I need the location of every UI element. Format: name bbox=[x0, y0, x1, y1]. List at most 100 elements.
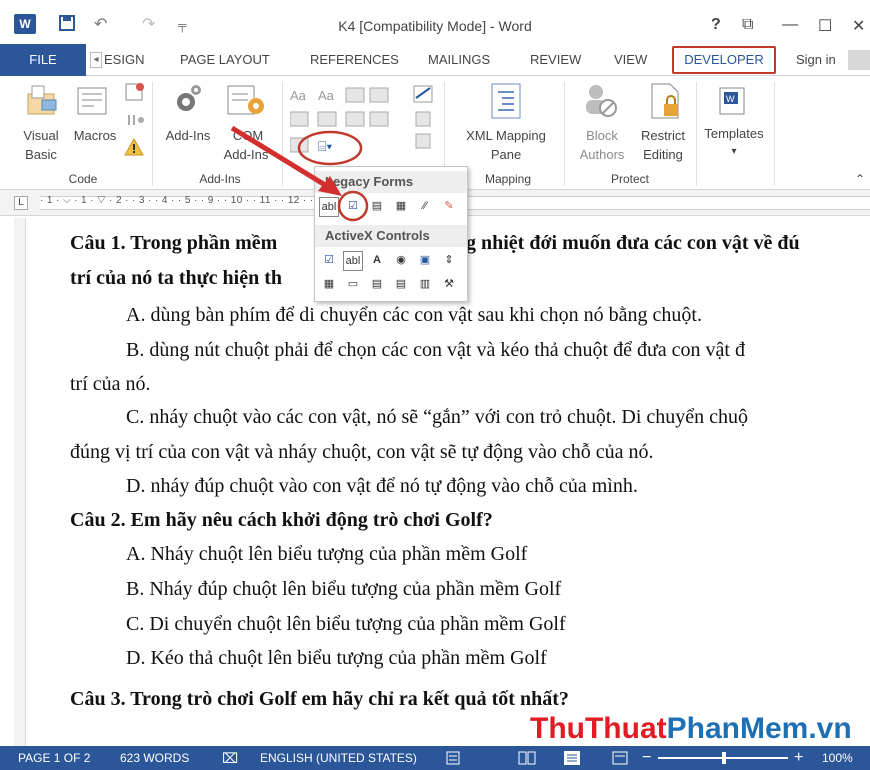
activex-list-box-icon[interactable]: ▤ bbox=[367, 275, 387, 295]
zoom-out-button[interactable]: − bbox=[642, 746, 651, 770]
xml-mapping-pane-icon[interactable] bbox=[488, 82, 524, 123]
doc-line: trí của nó. bbox=[70, 373, 151, 395]
design-mode-icon[interactable] bbox=[412, 82, 436, 155]
status-bar: PAGE 1 OF 2 623 WORDS ⌧ ENGLISH (UNITED … bbox=[0, 746, 870, 770]
tab-page-layout[interactable]: PAGE LAYOUT bbox=[180, 44, 270, 76]
restrict-editing-icon[interactable] bbox=[648, 82, 684, 125]
doc-line: C. nháy chuột vào các con vật, nó sẽ “gắ… bbox=[126, 406, 749, 428]
activex-scroll-bar-icon[interactable]: ▤ bbox=[391, 275, 411, 295]
doc-line: Câu 2. Em hãy nêu cách khởi động trò chơ… bbox=[70, 509, 493, 531]
legacy-frame-icon[interactable]: ▦ bbox=[391, 197, 411, 217]
block-authors-label-1: Block bbox=[586, 128, 618, 143]
legacy-drop-down-icon[interactable]: ▤ bbox=[367, 197, 387, 217]
legacy-reset-fields-icon[interactable]: ✎ bbox=[439, 197, 459, 217]
vertical-ruler bbox=[14, 218, 26, 746]
add-ins-button-label: Add-Ins bbox=[165, 128, 211, 143]
read-mode-icon[interactable] bbox=[518, 746, 536, 770]
doc-line: C. Di chuyển chuột lên biểu tượng của ph… bbox=[126, 613, 566, 635]
close-button[interactable]: ✕ bbox=[852, 16, 865, 36]
pause-recording-icon[interactable] bbox=[126, 112, 146, 131]
activex-combo-box-icon[interactable]: ▦ bbox=[319, 275, 339, 295]
code-group-label: Code bbox=[68, 172, 98, 186]
templates-dropdown-caret[interactable]: ▾ bbox=[698, 142, 770, 161]
mapping-group-label: Mapping bbox=[484, 172, 532, 186]
sign-in-link[interactable]: Sign in bbox=[796, 44, 836, 76]
activex-controls-header: ActiveX Controls bbox=[315, 225, 467, 247]
legacy-tools-button[interactable]: ⌸▾ bbox=[318, 138, 332, 155]
svg-text:Aa: Aa bbox=[318, 88, 335, 103]
macro-recording-icon[interactable] bbox=[446, 746, 460, 770]
activex-command-button-icon[interactable]: ▭ bbox=[343, 275, 363, 295]
zoom-level[interactable]: 100% bbox=[822, 746, 853, 770]
collapse-ribbon-icon[interactable]: ⌃ bbox=[855, 172, 865, 186]
macros-label: Macros bbox=[73, 128, 117, 143]
svg-text:Aa: Aa bbox=[290, 88, 307, 103]
zoom-in-button[interactable]: + bbox=[794, 746, 803, 770]
ribbon-tabs: FILE ◂ ESIGN PAGE LAYOUT REFERENCES MAIL… bbox=[0, 44, 870, 76]
doc-line: D. nháy đúp chuột vào con vật để nó tự đ… bbox=[126, 475, 638, 497]
tab-references[interactable]: REFERENCES bbox=[310, 44, 399, 76]
doc-line: đúng vị trí của con vật và nháy chuột, c… bbox=[70, 441, 654, 463]
tab-mailings[interactable]: MAILINGS bbox=[428, 44, 490, 76]
title-bar: W ↶ ↷ ╤ K4 [Compatibility Mode] - Word ?… bbox=[0, 0, 870, 44]
watermark-logo: ThuThuatPhanMem.vn bbox=[530, 712, 852, 746]
macros-icon[interactable] bbox=[74, 84, 114, 123]
watermark-part-2: Thuat bbox=[584, 712, 667, 745]
macro-security-icon[interactable] bbox=[124, 137, 144, 159]
visual-basic-icon[interactable] bbox=[22, 84, 62, 123]
legacy-form-field-shading-icon[interactable]: ⁄⁄ bbox=[415, 197, 435, 217]
svg-text:W: W bbox=[726, 94, 735, 104]
group-separator bbox=[152, 82, 153, 186]
activex-more-controls-icon[interactable]: ⚒ bbox=[439, 275, 459, 295]
legacy-text-field-icon[interactable]: abl bbox=[319, 197, 339, 217]
user-icon[interactable] bbox=[848, 50, 870, 70]
activex-check-box-icon[interactable]: ☑ bbox=[319, 251, 339, 271]
activex-image-icon[interactable]: ▣ bbox=[415, 251, 435, 271]
com-add-ins-label-1: COM bbox=[232, 128, 264, 143]
minimize-button[interactable]: — bbox=[782, 16, 798, 34]
templates-label: Templates bbox=[704, 126, 764, 141]
word-count[interactable]: 623 WORDS bbox=[120, 746, 189, 770]
com-add-ins-label-2: Add-Ins bbox=[223, 147, 269, 162]
zoom-slider-thumb[interactable] bbox=[722, 752, 726, 764]
xml-mapping-label-2: Pane bbox=[490, 147, 522, 162]
page-count[interactable]: PAGE 1 OF 2 bbox=[18, 746, 90, 770]
activex-spin-button-icon[interactable]: ⇕ bbox=[439, 251, 459, 271]
tab-developer[interactable]: DEVELOPER bbox=[672, 46, 776, 74]
language-indicator[interactable]: ENGLISH (UNITED STATES) bbox=[260, 746, 417, 770]
doc-line: trí của nó ta thực hiện th bbox=[70, 267, 283, 289]
doc-line: D. Kéo thả chuột lên biểu tượng của phần… bbox=[126, 647, 547, 669]
print-layout-icon[interactable] bbox=[562, 746, 582, 770]
activex-toggle-button-icon[interactable]: ▥ bbox=[415, 275, 435, 295]
restrict-editing-label-2: Editing bbox=[643, 147, 683, 162]
tab-review[interactable]: REVIEW bbox=[530, 44, 581, 76]
block-authors-label-2: Authors bbox=[579, 147, 625, 162]
restrict-editing-label-1: Restrict bbox=[640, 128, 686, 143]
group-separator bbox=[282, 82, 283, 186]
proofing-icon[interactable]: ⌧ bbox=[222, 746, 238, 770]
tab-scroll-left-button[interactable]: ◂ bbox=[90, 52, 102, 68]
activex-label-icon[interactable]: A bbox=[367, 251, 387, 271]
block-authors-icon[interactable] bbox=[580, 82, 620, 123]
visual-basic-label-1: Visual bbox=[23, 128, 59, 143]
record-macro-icon[interactable] bbox=[124, 82, 146, 107]
com-add-ins-icon[interactable] bbox=[226, 82, 266, 123]
tab-selector[interactable]: L bbox=[14, 196, 28, 210]
tab-file[interactable]: FILE bbox=[0, 44, 86, 76]
ribbon-display-options-icon[interactable]: ⧉ bbox=[742, 16, 753, 34]
activex-text-box-icon[interactable]: abl bbox=[343, 251, 363, 271]
help-button[interactable]: ? bbox=[711, 16, 721, 34]
tab-view[interactable]: VIEW bbox=[614, 44, 647, 76]
doc-line: A. dùng bàn phím để di chuyển các con vậ… bbox=[126, 304, 702, 326]
group-separator bbox=[696, 82, 697, 186]
legacy-check-box-icon[interactable]: ☑ bbox=[343, 197, 363, 217]
activex-option-button-icon[interactable]: ◉ bbox=[391, 251, 411, 271]
web-layout-icon[interactable] bbox=[612, 746, 628, 770]
window-title: K4 [Compatibility Mode] - Word bbox=[338, 18, 532, 34]
tab-design[interactable]: ESIGN bbox=[104, 44, 144, 76]
maximize-button[interactable]: ☐ bbox=[818, 16, 832, 36]
document-template-icon[interactable]: W bbox=[716, 86, 750, 121]
add-ins-gear-icon[interactable] bbox=[168, 82, 206, 123]
doc-line: B. Nháy đúp chuột lên biểu tượng của phầ… bbox=[126, 578, 562, 600]
doc-line: Câu 3. Trong trò chơi Golf em hãy chỉ ra… bbox=[70, 688, 569, 710]
